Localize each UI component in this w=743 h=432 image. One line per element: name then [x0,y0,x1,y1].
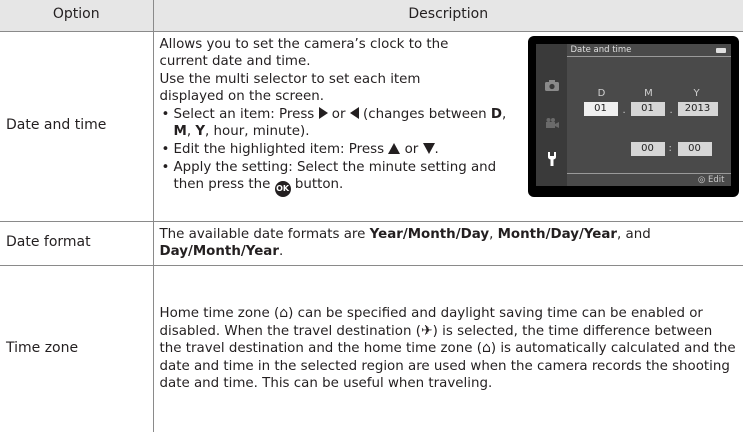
bullet-edit-item: Edit the highlighted item: Press or . [160,141,510,159]
day-label: D [597,87,606,99]
date-time-text: Allows you to set the camera’s clock to … [160,36,510,198]
screen-title-bar: Date and time [566,44,731,57]
table-header-row: Option Description [0,0,743,32]
triangle-up-icon [388,143,401,155]
year-label: Y [693,87,700,99]
header-description: Description [152,0,743,32]
multi-selector-icon: ◎ [697,174,706,185]
table-row: Date format The available date formats a… [0,220,743,266]
description-date-and-time: Allows you to set the camera’s clock to … [152,30,743,222]
wrench-icon [547,151,556,166]
header-option: Option [0,0,154,32]
triangle-left-icon [349,106,359,119]
date-time-panel: Date and time D M Y 01 . 01 . 2013 00 : [566,43,731,186]
menu-sidebar [535,43,567,186]
ok-button-icon: OK [274,181,291,198]
table-row: Time zone Home time zone (⌂) can be spec… [0,264,743,432]
description-date-format: The available date formats are Year/Mont… [152,220,743,266]
camera-screen: Date and time D M Y 01 . 01 . 2013 00 : [527,35,739,197]
home-icon: ⌂ [481,340,491,357]
triangle-right-icon [318,106,328,119]
hour-field[interactable]: 00 [630,141,665,156]
bullet-apply-setting: Apply the setting: Select the minute set… [160,159,510,198]
month-label: M [644,87,653,99]
minute-field[interactable]: 00 [677,141,712,156]
airplane-icon: ✈ [420,322,433,339]
bullet-select-item: Select an item: Press or (changes betwee… [160,106,510,141]
description-time-zone: Home time zone (⌂) can be specified and … [152,264,743,432]
battery-icon [715,47,726,53]
year-field[interactable]: 2013 [677,101,718,116]
option-date-format: Date format [0,220,154,266]
day-field[interactable]: 01 [583,101,618,116]
home-icon: ⌂ [279,304,289,321]
triangle-down-icon [422,143,435,155]
options-table: Option Description Date and time Allows … [0,0,743,432]
movie-icon [545,117,559,128]
month-field[interactable]: 01 [630,101,665,116]
table-row: Date and time Allows you to set the came… [0,30,743,222]
option-time-zone: Time zone [0,264,154,432]
camera-icon [544,79,559,91]
option-date-and-time: Date and time [0,30,154,222]
screen-title: Date and time [570,44,632,55]
screen-footer: ◎ Edit [566,172,731,186]
edit-hint: ◎ Edit [697,174,725,185]
